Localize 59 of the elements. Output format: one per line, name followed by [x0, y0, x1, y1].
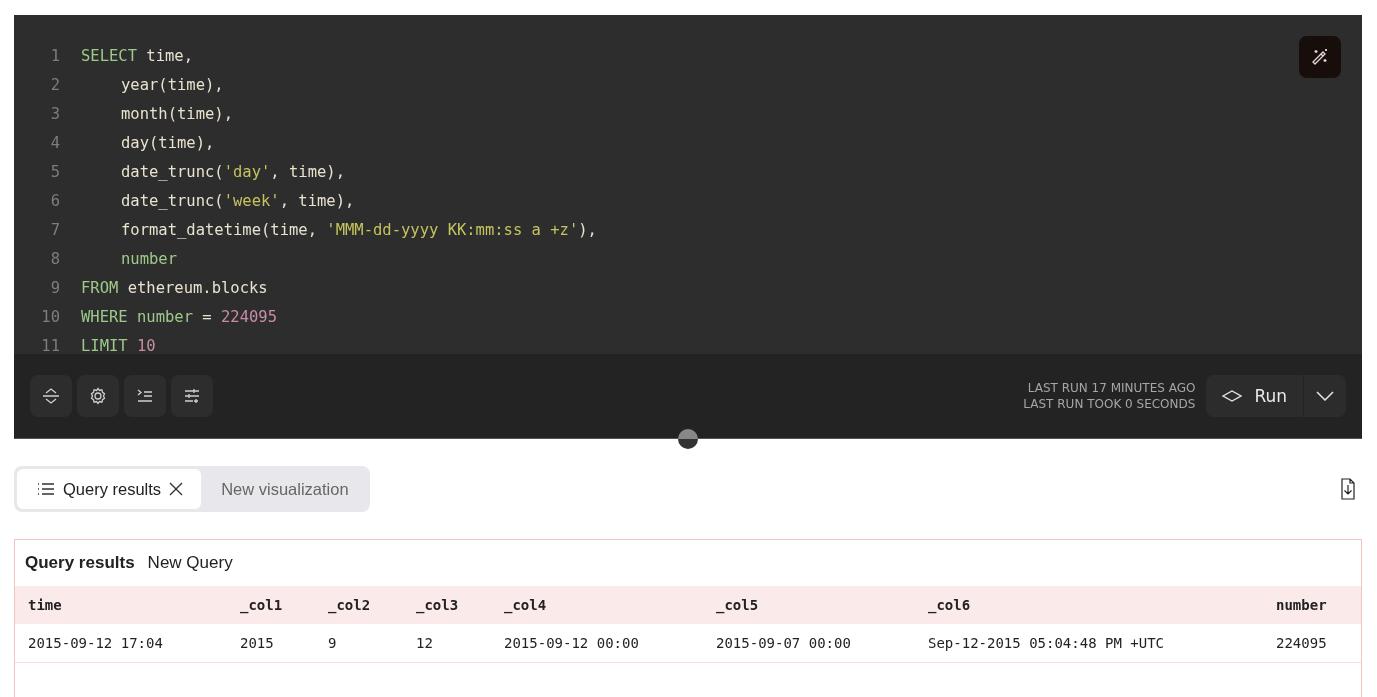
column-header: _col6: [928, 597, 972, 613]
code-line: date_trunc('day', time),: [120, 162, 345, 181]
code-line: number: [120, 249, 177, 268]
code-line: SELECT time,: [81, 46, 193, 65]
magic-wand-icon: [1310, 47, 1330, 67]
code-line: day(time),: [120, 133, 215, 152]
column-header: _col2: [328, 597, 372, 613]
column-header: time: [28, 597, 63, 613]
table-cell-text: 9: [328, 635, 338, 651]
tab[interactable]: New visualization: [201, 469, 367, 509]
table-cell-text: Sep-12-2015 05:04:48 PM +UTC: [928, 635, 1165, 651]
resize-handle[interactable]: [678, 429, 698, 449]
tab[interactable]: Query results: [17, 469, 202, 509]
table-cell-text: 2015-09-07 00:00: [716, 635, 852, 651]
line-number: 1: [49, 46, 61, 65]
results-title: Query results: [25, 553, 135, 573]
diamond-icon: [1222, 390, 1243, 402]
caret-icon: [1316, 391, 1334, 401]
settings-button[interactable]: [77, 375, 119, 417]
settings-icon: [88, 386, 108, 406]
close-icon[interactable]: [169, 482, 184, 496]
csv-download-icon[interactable]: [1338, 478, 1358, 500]
line-number: 5: [49, 162, 61, 181]
last-run-duration-text: LAST RUN TOOK 0 SECONDS: [1023, 396, 1196, 412]
expand-collapse-icon: [41, 386, 61, 406]
code-line: WHERE number = 224095: [81, 307, 277, 326]
column-header: _col3: [416, 597, 460, 613]
sliders-button[interactable]: [171, 375, 213, 417]
line-number: 9: [49, 278, 61, 297]
code-line: FROM ethereum.blocks: [81, 278, 268, 297]
line-number: 10: [40, 307, 61, 326]
sliders-icon: [182, 386, 202, 406]
column-header: _col4: [504, 597, 548, 613]
last-run-text: LAST RUN 17 MINUTES AGO: [1027, 380, 1196, 396]
query-name: New Query: [147, 553, 233, 573]
line-number: 2: [49, 75, 61, 94]
line-number: 7: [49, 220, 61, 239]
code-line: year(time),: [120, 75, 224, 94]
table-cell-text: 2015-09-12 00:00: [504, 635, 640, 651]
table-cell-text: 2015: [240, 635, 275, 651]
table-cell-text: 12: [416, 635, 434, 651]
code-line: date_trunc('week', time),: [120, 191, 355, 210]
column-header: _col1: [240, 597, 284, 613]
expand-collapse-button[interactable]: [30, 375, 72, 417]
line-number: 4: [49, 133, 61, 152]
code-line: month(time),: [120, 104, 233, 123]
column-header: _col5: [716, 597, 760, 613]
table-cell-text: 2015-09-12 17:04: [28, 635, 164, 651]
line-number: 3: [49, 104, 61, 123]
line-number: 6: [49, 191, 61, 210]
column-header: number: [1276, 597, 1328, 613]
line-number: 8: [49, 249, 61, 268]
format-button[interactable]: [124, 375, 166, 417]
code-line: format_datetime(time, 'MMM-dd-yyyy KK:mm:ss a +z'),: [120, 220, 597, 239]
table-cell-text: 224095: [1276, 635, 1328, 651]
line-number: 11: [40, 336, 61, 354]
magic-wand-button[interactable]: [1299, 36, 1341, 78]
code-line: LIMIT 10: [81, 336, 156, 354]
list-icon: [37, 482, 55, 496]
